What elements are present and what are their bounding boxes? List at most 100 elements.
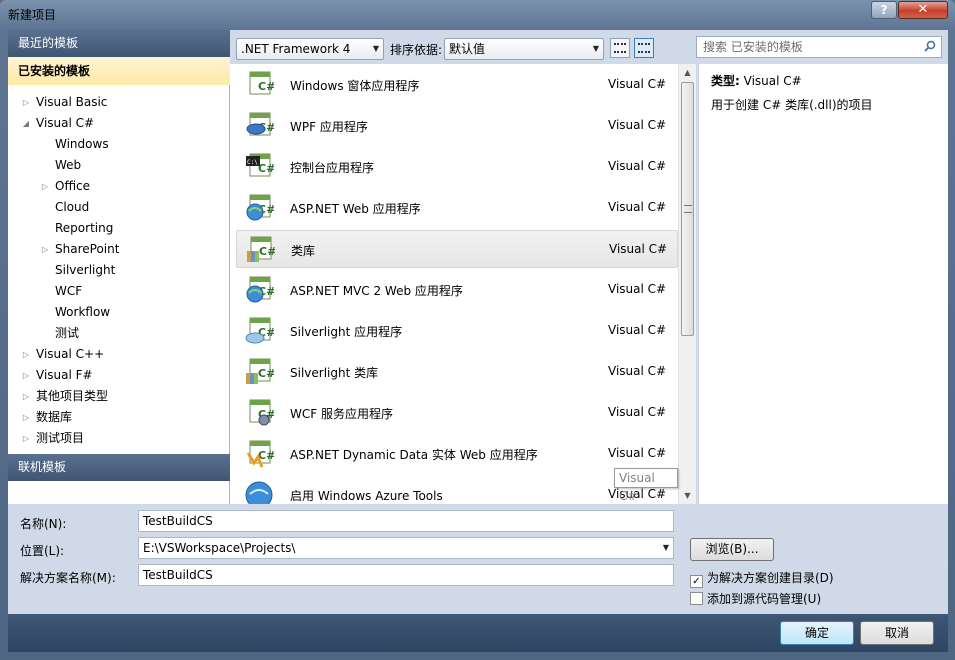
- name-input[interactable]: TestBuildCS: [138, 510, 674, 532]
- tree-item[interactable]: Reporting: [8, 218, 230, 239]
- template-type-label: 类型:: [711, 74, 740, 88]
- template-item[interactable]: C# WPF 应用程序 Visual C#: [236, 107, 678, 145]
- close-button[interactable]: ✕: [898, 1, 948, 19]
- tree-item[interactable]: ▷ SharePoint: [8, 239, 230, 260]
- online-templates-header[interactable]: 联机模板: [8, 454, 230, 481]
- tree-item-label: Visual C#: [36, 116, 95, 130]
- template-item[interactable]: C# Windows 窗体应用程序 Visual C#: [236, 66, 678, 104]
- tree-item-label: Silverlight: [55, 263, 116, 277]
- winforms-icon: C#: [244, 70, 275, 100]
- template-item[interactable]: C# WCF 服务应用程序 Visual C#: [236, 394, 678, 432]
- chevron-down-icon[interactable]: ▼: [663, 538, 669, 558]
- template-item[interactable]: C# C:\ 控制台应用程序 Visual C#: [236, 148, 678, 186]
- template-item[interactable]: 启用 Windows Azure ToolsVisual C#: [236, 476, 678, 504]
- browse-button[interactable]: 浏览(B)...: [690, 538, 774, 561]
- tree-item-label: Visual F#: [36, 368, 93, 382]
- template-name: ASP.NET Dynamic Data 实体 Web 应用程序: [290, 448, 538, 462]
- source-control-checkbox[interactable]: 添加到源代码管理(U): [690, 590, 821, 607]
- tree-item-label: Visual Basic: [36, 95, 108, 109]
- search-icon[interactable]: [924, 40, 936, 52]
- collapsed-arrow-icon[interactable]: ▷: [21, 344, 31, 365]
- checkbox-checked-icon[interactable]: ✓: [690, 575, 703, 588]
- template-tree-panel: 最近的模板 已安装的模板 ▷ Visual Basic ◢ Visual C# Wind…: [8, 30, 230, 504]
- collapsed-arrow-icon[interactable]: ▷: [21, 407, 31, 428]
- tree-item[interactable]: Workflow: [8, 302, 230, 323]
- tree-item-label: 测试项目: [36, 431, 85, 445]
- sort-select[interactable]: 默认值 ▼: [444, 38, 604, 60]
- expanded-arrow-icon[interactable]: ◢: [21, 113, 31, 134]
- template-name: ASP.NET Web 应用程序: [290, 202, 421, 216]
- console-icon: C# C:\: [244, 152, 275, 182]
- svg-text:C#: C#: [258, 162, 274, 175]
- scroll-up-icon[interactable]: ▲: [679, 64, 696, 81]
- collapsed-arrow-icon[interactable]: ▷: [40, 239, 50, 260]
- medium-icons-view-button[interactable]: [634, 38, 654, 58]
- tree-item[interactable]: ▷ 数据库: [8, 407, 230, 428]
- create-directory-checkbox[interactable]: ✓ 为解决方案创建目录(D): [690, 569, 834, 588]
- template-language: Visual C#: [608, 77, 667, 91]
- location-combo[interactable]: E:\VSWorkspace\Projects\ ▼: [138, 537, 674, 559]
- collapsed-arrow-icon[interactable]: ▷: [21, 365, 31, 386]
- template-list-scrollbar[interactable]: ▲ ▼: [678, 64, 696, 504]
- search-input[interactable]: 搜索 已安装的模板: [696, 36, 942, 58]
- wcf-icon: C#: [244, 398, 275, 428]
- scroll-grip-icon: [684, 205, 692, 213]
- dynamic-data-icon: C#: [244, 439, 275, 469]
- collapsed-arrow-icon[interactable]: ▷: [21, 92, 31, 113]
- sort-value: 默认值: [449, 42, 486, 56]
- small-icons-view-button[interactable]: [610, 38, 630, 58]
- scroll-thumb[interactable]: [681, 82, 694, 336]
- tree-item[interactable]: WCF: [8, 281, 230, 302]
- template-type-value: Visual C#: [743, 74, 802, 88]
- svg-text:C#: C#: [259, 245, 275, 258]
- solution-name-input[interactable]: TestBuildCS: [138, 564, 674, 586]
- sort-label: 排序依据:: [390, 43, 443, 57]
- tree-item[interactable]: ▷ 其他项目类型: [8, 386, 230, 407]
- ok-button[interactable]: 确定: [780, 621, 854, 645]
- template-name: Windows 窗体应用程序: [290, 79, 420, 93]
- template-name: 启用 Windows Azure Tools: [290, 489, 443, 503]
- template-name: WCF 服务应用程序: [290, 407, 393, 421]
- template-language: Visual C#: [608, 446, 667, 460]
- cancel-button[interactable]: 取消: [860, 621, 934, 645]
- template-name: ASP.NET MVC 2 Web 应用程序: [290, 284, 463, 298]
- tree-item[interactable]: Web: [8, 155, 230, 176]
- tree-item[interactable]: 测试: [8, 323, 230, 344]
- recent-templates-header[interactable]: 最近的模板: [8, 30, 230, 57]
- template-language: Visual C#: [608, 323, 667, 337]
- installed-templates-header[interactable]: 已安装的模板: [8, 57, 230, 85]
- chevron-down-icon: ▼: [372, 44, 379, 53]
- azure-icon: [244, 480, 274, 504]
- tree-item[interactable]: ◢ Visual C#: [8, 113, 230, 134]
- template-item[interactable]: C# ASP.NET Dynamic Data 实体 Web 应用程序 Visual…: [236, 435, 678, 473]
- tree-item[interactable]: ▷ Visual F#: [8, 365, 230, 386]
- framework-select[interactable]: .NET Framework 4 ▼: [236, 38, 384, 60]
- template-details-panel: 类型: Visual C# 用于创建 C# 类库(.dll)的项目: [698, 64, 948, 504]
- tree-item-label: 数据库: [36, 410, 73, 424]
- tree-item-label: 测试: [55, 326, 80, 340]
- template-item[interactable]: C# Silverlight 类库 Visual C#: [236, 353, 678, 391]
- collapsed-arrow-icon[interactable]: ▷: [21, 386, 31, 407]
- tree-item[interactable]: Windows: [8, 134, 230, 155]
- tree-item[interactable]: ▷ Visual C++: [8, 344, 230, 365]
- scroll-down-icon[interactable]: ▼: [679, 487, 696, 504]
- template-item[interactable]: C# ASP.NET Web 应用程序 Visual C#: [236, 189, 678, 227]
- template-item[interactable]: C# 类库 Visual C#: [236, 230, 678, 268]
- template-name: WPF 应用程序: [290, 120, 368, 134]
- tree-item[interactable]: Silverlight: [8, 260, 230, 281]
- checkbox-unchecked-icon[interactable]: [690, 592, 703, 605]
- tree-item[interactable]: Cloud: [8, 197, 230, 218]
- tree-item[interactable]: ▷ Visual Basic: [8, 92, 230, 113]
- tree-item[interactable]: ▷ Office: [8, 176, 230, 197]
- collapsed-arrow-icon[interactable]: ▷: [21, 428, 31, 449]
- tree-item-label: Cloud: [55, 200, 90, 214]
- tree-item-label: Reporting: [55, 221, 114, 235]
- title-bar[interactable]: 新建项目 ? ✕: [0, 0, 955, 28]
- help-button[interactable]: ?: [871, 1, 897, 19]
- template-description: 用于创建 C# 类库(.dll)的项目: [711, 98, 873, 112]
- template-item[interactable]: C# Silverlight 应用程序 Visual C#: [236, 312, 678, 350]
- tree-item[interactable]: ▷ 测试项目: [8, 428, 230, 449]
- collapsed-arrow-icon[interactable]: ▷: [40, 176, 50, 197]
- template-item[interactable]: C# ASP.NET MVC 2 Web 应用程序 Visual C#: [236, 271, 678, 309]
- silverlight-lib-icon: C#: [244, 357, 275, 387]
